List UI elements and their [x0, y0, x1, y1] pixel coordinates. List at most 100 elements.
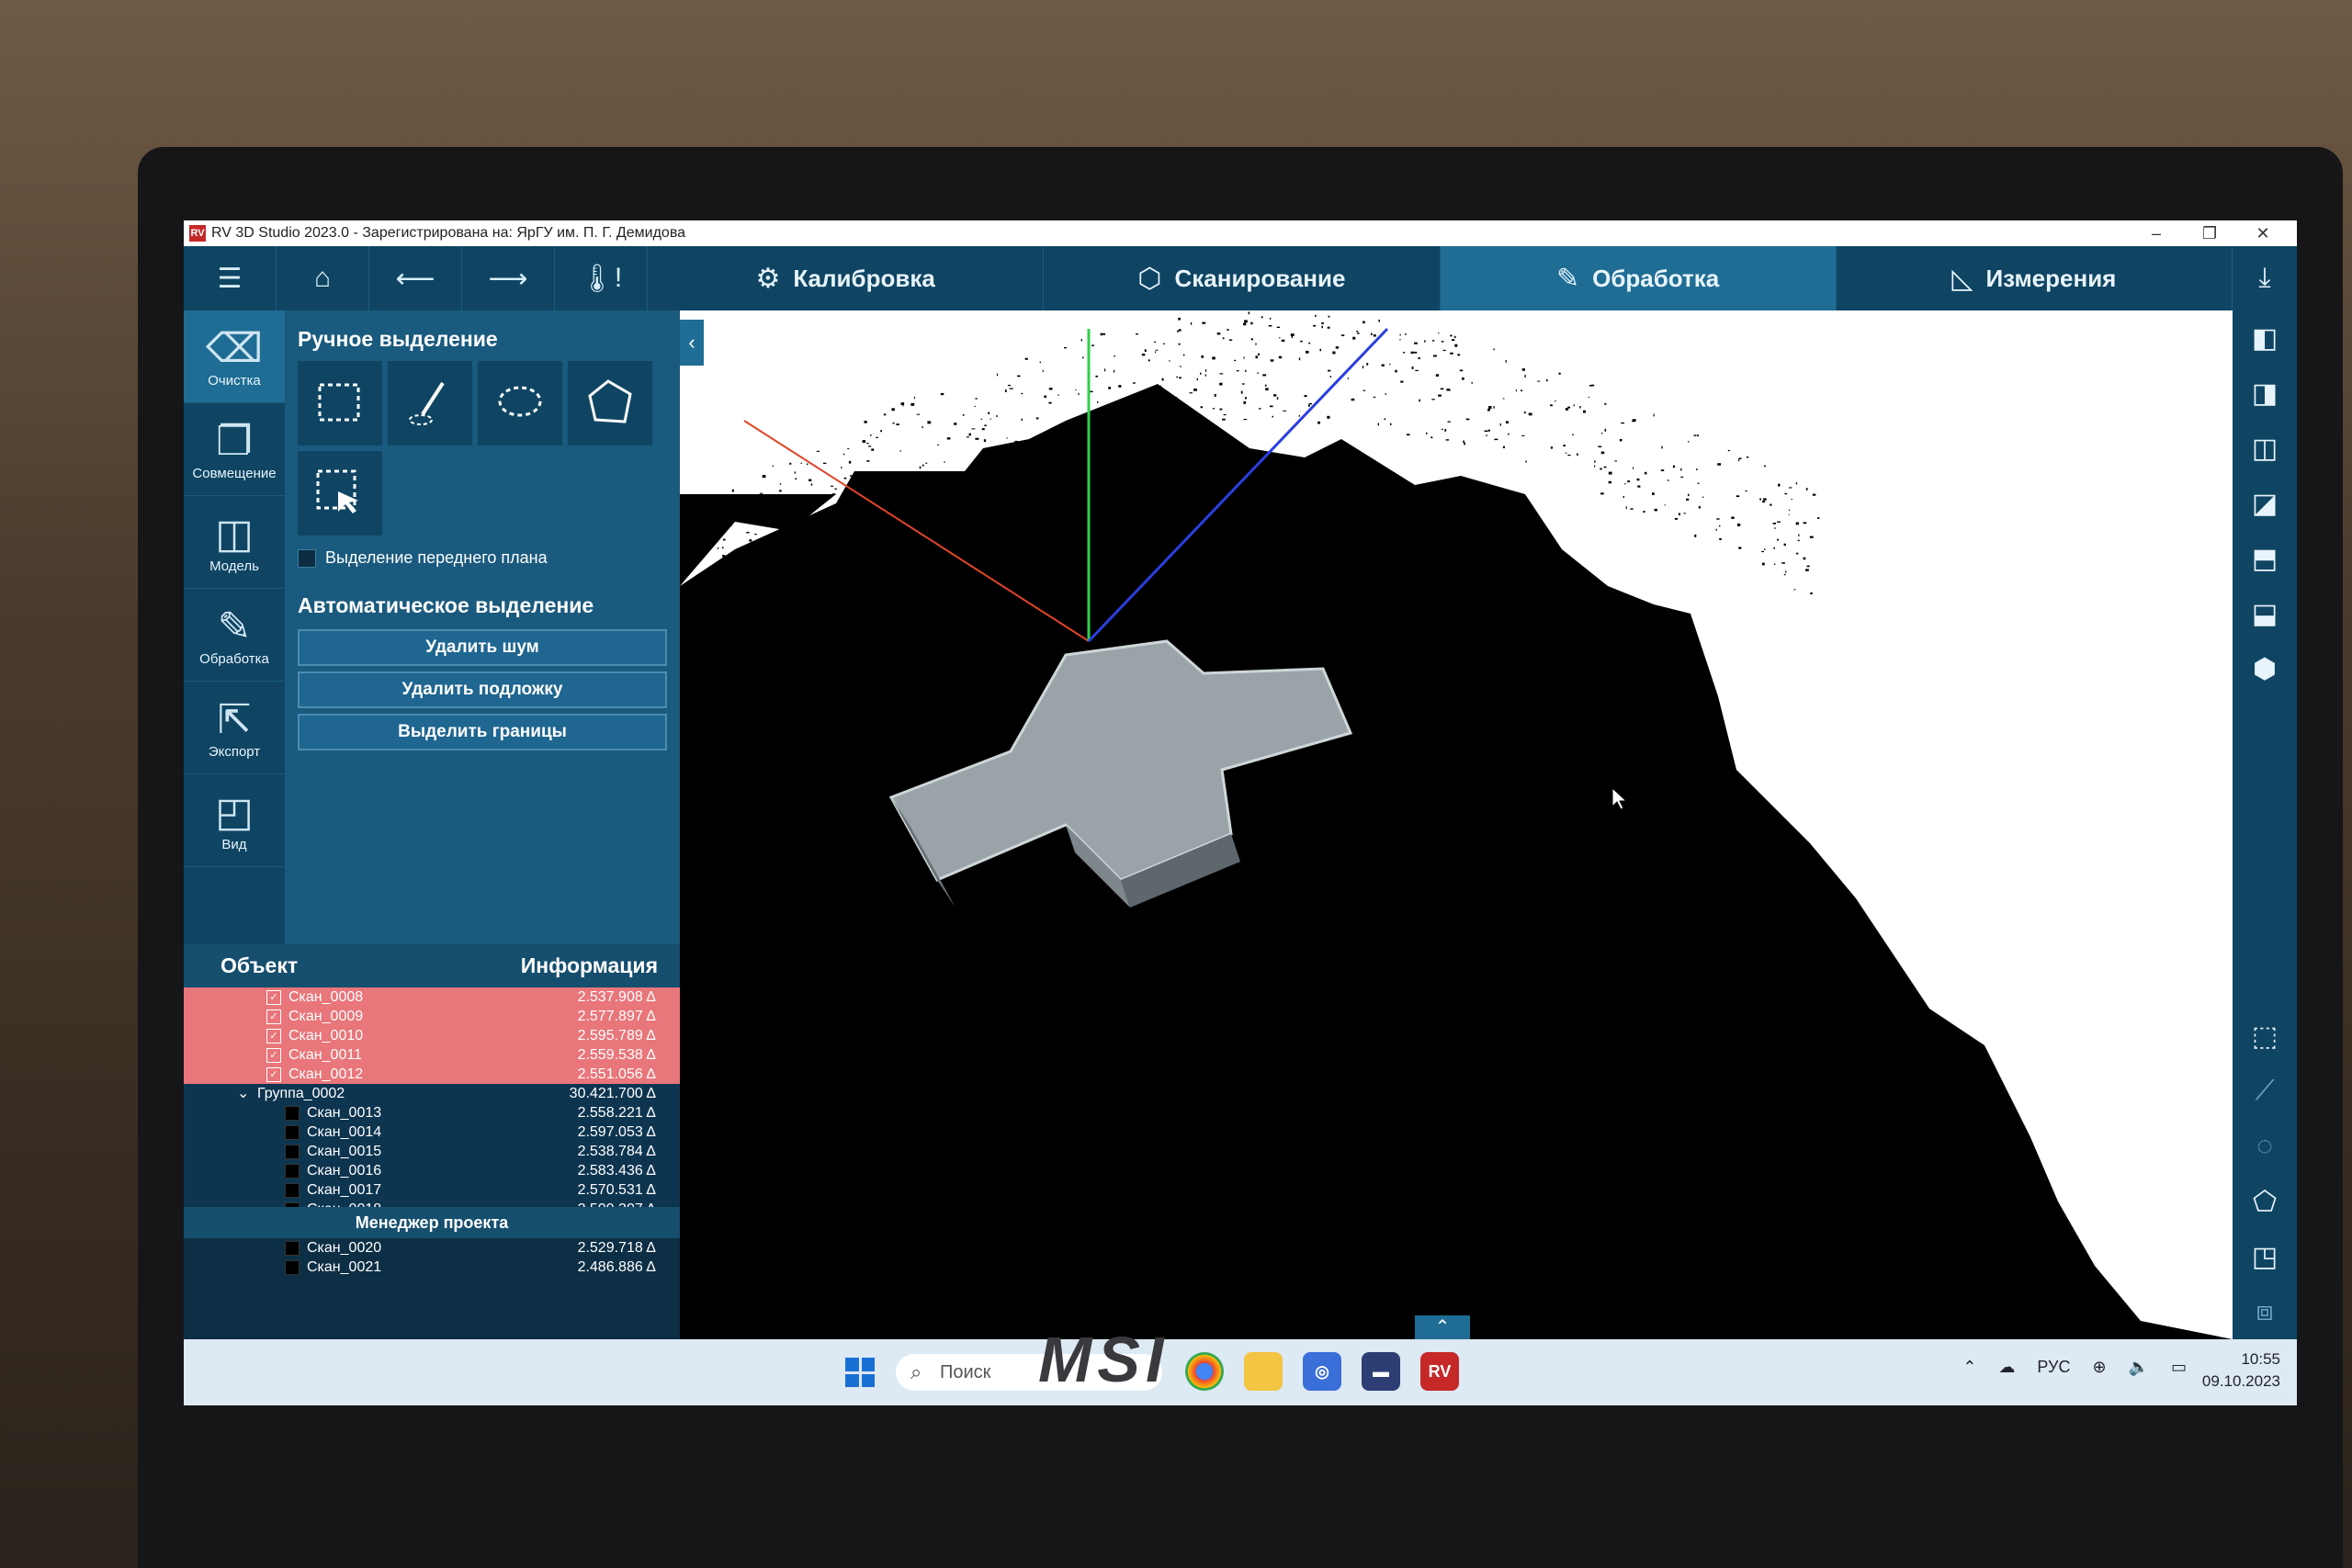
menu-button[interactable]: ☰	[184, 246, 277, 310]
polygon-icon	[588, 379, 632, 423]
scan-name: Скан_0015	[307, 1144, 382, 1159]
warning-icon: !	[614, 263, 623, 293]
globe-icon[interactable]: ⊕	[2092, 1358, 2106, 1377]
tab-processing[interactable]: ✎ Обработка	[1440, 246, 1837, 310]
collapse-panel-button[interactable]: ‹	[680, 320, 704, 366]
cloud-icon[interactable]: ☁	[1998, 1358, 2015, 1377]
brush-select-button[interactable]	[388, 361, 472, 446]
remove-base-button[interactable]: Удалить подложку	[298, 671, 667, 708]
lasso-select-button[interactable]	[478, 361, 562, 446]
chrome-icon[interactable]	[1185, 1352, 1224, 1391]
home-button[interactable]: ⌂	[277, 246, 369, 310]
table-row[interactable]: Скан_0016 2.583.436 Δ	[184, 1161, 680, 1180]
minimize-button[interactable]: –	[2130, 220, 2183, 246]
expand-icon[interactable]: ⌄	[237, 1084, 257, 1103]
table-row[interactable]: ✓ Скан_0010 2.595.789 Δ	[184, 1026, 680, 1045]
point-cloud-view[interactable]	[680, 310, 2233, 1339]
tool-processing[interactable]: ✎ Обработка	[184, 589, 285, 682]
scan-name: Скан_0011	[288, 1047, 362, 1063]
tool-alignment[interactable]: ❐ Совмещение	[184, 403, 285, 496]
system-tray: ⌃ ☁ РУС ⊕ 🔈 ▭	[1962, 1358, 2187, 1377]
polygon-side-button[interactable]: ⬠	[2233, 1174, 2297, 1229]
expand-bottom-button[interactable]: ⌃	[1415, 1315, 1470, 1339]
tab-label: Сканирование	[1174, 264, 1346, 292]
scan-value: 2.551.056 Δ	[577, 1066, 656, 1082]
checkbox-checked[interactable]: ✓	[266, 1010, 281, 1024]
tool-cleaning[interactable]: ⌫ Очистка	[184, 310, 285, 403]
rect-select-button[interactable]	[298, 361, 382, 446]
battery-icon[interactable]: ▭	[2171, 1358, 2187, 1377]
app-icon[interactable]: ◎	[1303, 1352, 1341, 1391]
checkbox-checked[interactable]: ✓	[266, 1067, 281, 1082]
clock[interactable]: 10:55 09.10.2023	[2202, 1348, 2280, 1393]
table-row[interactable]: Скан_0021 2.486.886 Δ	[184, 1258, 680, 1277]
select-add-button[interactable]	[298, 451, 382, 536]
polygon-select-button[interactable]	[568, 361, 652, 446]
lasso-side-button[interactable]: ◌	[2233, 1119, 2297, 1174]
table-row[interactable]: ✓ Скан_0009 2.577.897 Δ	[184, 1007, 680, 1026]
folder-icon[interactable]	[1244, 1352, 1283, 1391]
table-row[interactable]: Скан_0013 2.558.221 Δ	[184, 1103, 680, 1122]
view-cube-side-button[interactable]: ⧈	[2233, 1284, 2297, 1339]
foreground-selection-toggle[interactable]: Выделение переднего плана	[285, 539, 680, 577]
checkbox[interactable]	[285, 1183, 300, 1198]
chevron-up-icon[interactable]: ⌃	[1962, 1358, 1976, 1377]
table-row[interactable]: Скан_0020 2.529.718 Δ	[184, 1238, 680, 1258]
table-row[interactable]: Скан_0017 2.570.531 Δ	[184, 1180, 680, 1200]
redo-button[interactable]: ⟶	[462, 246, 555, 310]
windows-start-icon[interactable]	[845, 1358, 875, 1387]
view-left-button[interactable]: ◫	[2233, 421, 2297, 476]
view-front-button[interactable]: ◧	[2233, 310, 2297, 366]
view-bottom-button[interactable]: ⬓	[2233, 586, 2297, 641]
checkbox-checked[interactable]: ✓	[266, 990, 281, 1005]
undo-button[interactable]: ⟵	[369, 246, 462, 310]
tab-measurements[interactable]: ◺ Измерения	[1837, 246, 2233, 310]
language-indicator[interactable]: РУС	[2037, 1358, 2070, 1377]
brush-side-button[interactable]: ⟋	[2233, 1064, 2297, 1119]
rv-studio-icon[interactable]: RV	[1420, 1352, 1459, 1391]
select-add-side-button[interactable]: ◳	[2233, 1229, 2297, 1284]
volume-icon[interactable]: 🔈	[2129, 1358, 2149, 1377]
remove-noise-button[interactable]: Удалить шум	[298, 629, 667, 666]
table-row[interactable]: ✓ Скан_0011 2.559.538 Δ	[184, 1045, 680, 1065]
tab-scanning[interactable]: ⬡ Сканирование	[1044, 246, 1441, 310]
download-icon: ⤓	[2258, 263, 2271, 293]
tool-view[interactable]: ◰ Вид	[184, 774, 285, 867]
checkbox[interactable]	[285, 1125, 300, 1140]
checkbox[interactable]	[285, 1241, 300, 1256]
select-borders-button[interactable]: Выделить границы	[298, 714, 667, 750]
scan-value: 2.597.053 Δ	[577, 1124, 656, 1140]
download-button[interactable]: ⤓	[2233, 246, 2297, 310]
table-row[interactable]: Скан_0015 2.538.784 Δ	[184, 1142, 680, 1161]
card-app-icon[interactable]: ▬	[1362, 1352, 1400, 1391]
tool-label: Очистка	[208, 372, 261, 389]
checkbox[interactable]	[285, 1164, 300, 1179]
table-row[interactable]: ✓ Скан_0008 2.537.908 Δ	[184, 987, 680, 1007]
close-button[interactable]: ✕	[2236, 220, 2290, 246]
checkbox-checked[interactable]: ✓	[266, 1048, 281, 1063]
laptop-brand-logo: MSI	[1038, 1324, 1170, 1395]
rect-select-side-button[interactable]: ⬚	[2233, 1009, 2297, 1064]
tool-model[interactable]: ◫ Модель	[184, 496, 285, 589]
checkbox[interactable]	[298, 548, 316, 568]
checkbox[interactable]	[285, 1106, 300, 1121]
status-button[interactable]: 🌡!	[555, 246, 648, 310]
manual-selection-title: Ручное выделение	[298, 327, 498, 351]
group-row[interactable]: ⌄ Группа_0002 30.421.700 Δ	[184, 1084, 680, 1103]
tab-calibration[interactable]: ⚙ Калибровка	[648, 246, 1045, 310]
table-row[interactable]: Скан_0014 2.597.053 Δ	[184, 1122, 680, 1142]
checkbox[interactable]	[285, 1260, 300, 1275]
checkbox-checked[interactable]: ✓	[266, 1029, 281, 1043]
checkbox[interactable]	[285, 1145, 300, 1159]
view-top-button[interactable]: ⬒	[2233, 531, 2297, 586]
window-title: RV 3D Studio 2023.0 - Зарегистрирована н…	[211, 225, 686, 241]
tool-export[interactable]: ⇱ Экспорт	[184, 682, 285, 774]
view-right-button[interactable]: ◪	[2233, 476, 2297, 531]
3d-viewport[interactable]: ‹ ⌃	[680, 310, 2233, 1339]
restore-button[interactable]: ❐	[2183, 220, 2236, 246]
view-back-button[interactable]: ◨	[2233, 366, 2297, 421]
table-row[interactable]: ✓ Скан_0012 2.551.056 Δ	[184, 1065, 680, 1084]
view-iso-button[interactable]: ⬢	[2233, 641, 2297, 696]
cube-icon: ⧈	[2256, 1296, 2274, 1326]
pencil-icon: ✎	[1555, 263, 1580, 294]
